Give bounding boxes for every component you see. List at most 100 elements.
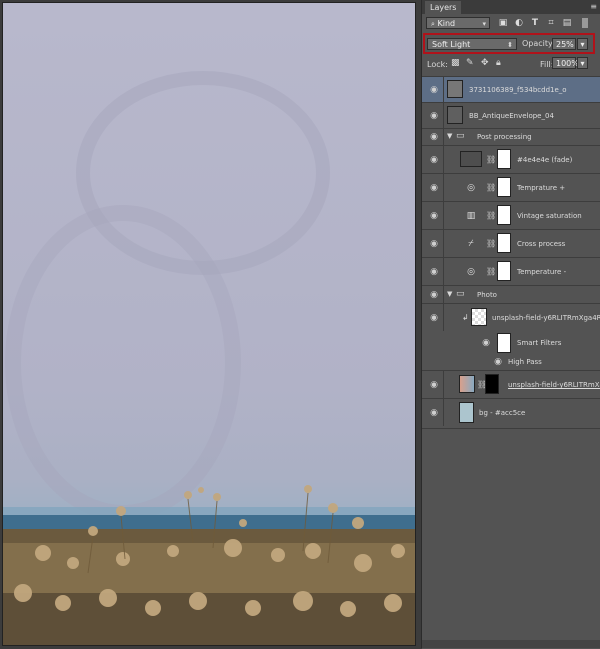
filter-kind-select[interactable]: ⌕ Kind ▾ [426, 17, 490, 29]
opacity-input[interactable]: 25% [552, 38, 576, 50]
eye-icon[interactable]: ◉ [428, 239, 440, 249]
chevron-down-icon: ⬍ [507, 41, 513, 49]
layer-mask [497, 205, 511, 225]
group-name: Post processing [477, 133, 532, 141]
panel-tab-bar: Layers ≡ [422, 0, 600, 14]
layer-name: #4e4e4e (fade) [517, 156, 573, 164]
layer-photo-masked[interactable]: ◉ ⛓︎ unsplash-field-y6RLITRmXga [422, 370, 600, 398]
panel-empty-area [422, 428, 600, 649]
opacity-dropdown-button[interactable]: ▾ [577, 38, 588, 50]
layer-mask [485, 374, 499, 394]
filter-high-pass-row[interactable]: ◉ High Pass [422, 355, 600, 370]
eye-icon[interactable]: ◉ [492, 357, 504, 367]
layer-name: unsplash-field-y6RLITRmXga [508, 381, 600, 389]
divider [443, 77, 444, 102]
filter-toggle-icon[interactable] [582, 18, 588, 28]
layer-thumbnail [459, 402, 474, 423]
fill-dropdown-button[interactable]: ▾ [577, 57, 588, 69]
opacity-label: Opacity: [522, 39, 555, 48]
layer-thumbnail [447, 80, 463, 98]
chevron-down-icon: ▾ [482, 20, 486, 28]
panel-bottom-bar [422, 640, 600, 648]
divider [443, 103, 444, 128]
layer-temprature-plus[interactable]: ◉ ◎ ⛓︎ Temprature + [422, 173, 600, 201]
divider [443, 174, 444, 201]
eye-icon[interactable]: ◉ [428, 313, 440, 323]
opacity-value: 25% [556, 40, 574, 49]
layer-name: Temperature - [517, 268, 567, 276]
filter-adjustment-icon[interactable]: ◐ [514, 18, 524, 28]
layer-thumbnail [447, 106, 463, 124]
layer-mask [497, 261, 511, 281]
layer-fade[interactable]: ◉ ⛓︎ #4e4e4e (fade) [422, 145, 600, 173]
blend-mode-value: Soft Light [432, 40, 471, 49]
layer-vintage-saturation[interactable]: ◉ ▥ ⛓︎ Vintage saturation [422, 201, 600, 229]
tab-layers[interactable]: Layers [425, 1, 462, 14]
group-post-processing[interactable]: ◉ ▼ ▭ Post processing [422, 128, 600, 145]
chain-icon[interactable]: ⛓︎ [486, 155, 496, 164]
layer-name: 3731106389_f534bcdd1e_o [469, 86, 567, 94]
layer-mask [497, 177, 511, 197]
divider [443, 146, 444, 173]
folder-icon: ▭ [456, 131, 465, 141]
move-icon[interactable]: ✥ [481, 58, 489, 68]
eye-icon[interactable]: ◉ [428, 408, 440, 418]
smart-filters-row[interactable]: ◉ Smart Filters [422, 331, 600, 355]
chain-icon[interactable]: ⛓︎ [486, 239, 496, 248]
smart-object-thumbnail [471, 308, 487, 326]
layer-name: unsplash-field-y6RLITRmXga4Rep [492, 314, 600, 322]
chain-icon[interactable]: ⛓︎ [486, 267, 496, 276]
eye-icon[interactable]: ◉ [428, 111, 440, 121]
layer-name: bg - #acc5ce [479, 409, 526, 417]
canvas-scene [3, 71, 415, 645]
layer-mask [497, 233, 511, 253]
filter-pixel-icon[interactable]: ▣ [498, 18, 508, 28]
filter-shape-icon[interactable]: ⌗ [546, 18, 556, 28]
search-icon: ⌕ [431, 20, 435, 28]
disclosure-triangle-icon[interactable]: ▼ [447, 132, 452, 140]
eye-icon[interactable]: ◉ [428, 380, 440, 390]
smart-object-thumbnail [459, 375, 475, 393]
fill-input[interactable]: 100% [552, 57, 579, 69]
filter-type-icon[interactable]: T [530, 18, 540, 28]
divider [443, 129, 444, 145]
curves-icon: ⌿ [468, 239, 474, 249]
chain-icon[interactable]: ⛓︎ [486, 211, 496, 220]
lock-transparent-icon[interactable]: ▩ [451, 58, 460, 68]
eye-icon[interactable]: ◉ [428, 155, 440, 165]
layer-photo-smart-object[interactable]: ◉ ↲ unsplash-field-y6RLITRmXga4Rep [422, 303, 600, 331]
eye-icon[interactable]: ◉ [428, 267, 440, 277]
layer-cross-process[interactable]: ◉ ⌿ ⛓︎ Cross process [422, 229, 600, 257]
layer-antique-envelope[interactable]: ◉ BB_AntiqueEnvelope_04 [422, 102, 600, 128]
clip-arrow-icon: ↲ [462, 313, 469, 322]
group-photo[interactable]: ◉ ▼ ▭ Photo [422, 285, 600, 303]
layer-mask [497, 149, 511, 169]
filter-smartobject-icon[interactable]: ▤ [562, 18, 572, 28]
eye-icon[interactable]: ◉ [428, 183, 440, 193]
brush-icon[interactable]: ✎ [466, 58, 474, 68]
disclosure-triangle-icon[interactable]: ▼ [447, 290, 452, 298]
eye-icon[interactable]: ◉ [428, 132, 440, 142]
eye-icon[interactable]: ◉ [428, 290, 440, 300]
layer-stain-photo[interactable]: ◉ 3731106389_f534bcdd1e_o [422, 76, 600, 102]
eye-icon[interactable]: ◉ [428, 211, 440, 221]
layer-background[interactable]: ◉ bg - #acc5ce [422, 398, 600, 426]
divider [443, 230, 444, 257]
eye-icon[interactable]: ◉ [480, 338, 492, 348]
lock-label: Lock: [427, 60, 448, 69]
hue-saturation-icon: ▥ [466, 211, 476, 221]
smart-filters-label: Smart Filters [517, 339, 562, 347]
folder-icon: ▭ [456, 289, 465, 299]
panel-menu-icon[interactable]: ≡ [590, 2, 597, 11]
chain-icon[interactable]: ⛓︎ [486, 183, 496, 192]
divider [443, 286, 444, 303]
divider [443, 399, 444, 426]
divider [443, 371, 444, 398]
document-canvas[interactable] [3, 3, 415, 645]
layer-name: Vintage saturation [517, 212, 582, 220]
layer-temperature-minus[interactable]: ◉ ◎ ⛓︎ Temperature - [422, 257, 600, 285]
lock-icon[interactable]: 🔒︎ [496, 58, 501, 68]
eye-icon[interactable]: ◉ [428, 85, 440, 95]
layers-panel: Layers ≡ ⌕ Kind ▾ ▣ ◐ T ⌗ ▤ Soft Light ⬍… [421, 0, 600, 649]
blend-mode-select[interactable]: Soft Light ⬍ [427, 38, 517, 50]
